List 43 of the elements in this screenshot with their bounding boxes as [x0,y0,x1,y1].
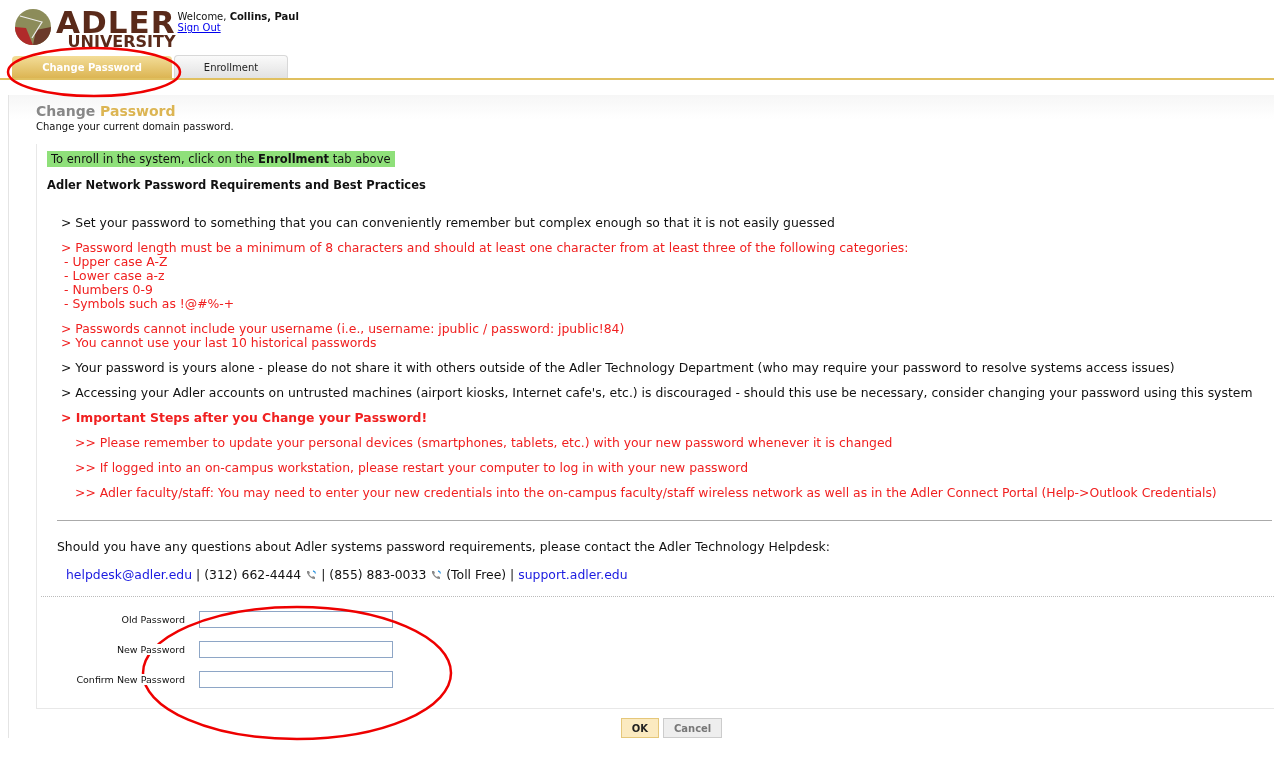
requirement-detail: - Symbols such as !@#%-+ [63,297,236,311]
phone-icon [430,568,443,581]
phone-number: (312) 662-4444 [204,567,302,582]
field-label: Confirm New Password [76,674,185,685]
contact-link[interactable]: helpdesk@adler.edu [66,567,193,582]
contact-link[interactable]: support.adler.edu [518,567,628,582]
logo-text: ADLER [56,8,176,36]
requirements-heading: Adler Network Password Requirements and Best Practices [47,178,427,192]
phone-icon [305,568,318,581]
requirement-detail: - Numbers 0-9 [63,283,154,297]
requirement-text: >> Adler faculty/staff: You may need to enter your new credentials into the on-campus faculty/staff wireless network as well as in the Adler Connect Portal (Help->Outlook Credentials) [74,485,1218,500]
sign-out-link[interactable]: Sign Out [177,22,299,33]
contact-text: | [196,567,201,582]
password-field[interactable] [199,671,393,688]
requirement-text: >> Please remember to update your personal devices (smartphones, tablets, etc.) with your new password whenever it is changed [74,435,894,450]
ok-button[interactable]: OK [620,718,659,738]
requirement-text: > Passwords cannot include your username (i.e., username: jpublic / password: jpublic!84) [61,321,626,336]
page-title: Change Password [36,103,177,119]
requirement-text: > Password length must be a minimum of 8 characters and should at least one character from at least three of the following categories: [61,240,910,255]
welcome-text: Welcome, Collins, Paul [177,11,299,22]
phone-number: (855) 883-0033 [329,567,427,582]
page-subtitle: Change your current domain password. [35,120,235,132]
requirement-detail: - Lower case a-z [63,269,166,283]
requirement-detail: - Upper case A-Z [63,255,168,269]
requirement-text: > Important Steps after you Change your Password! [61,410,429,425]
contact-text: | [510,567,515,582]
cancel-button[interactable]: Cancel [662,718,723,738]
enrollment-notice: To enroll in the system, click on the Enrollment tab above [47,151,395,167]
contact-text: (Toll Free) [446,567,507,582]
password-field[interactable] [199,611,393,628]
requirement-text: > Set your password to something that you can conveniently remember but complex enough so that it is not easily guessed [61,215,836,230]
logo-icon [12,8,54,46]
password-field[interactable] [199,641,393,658]
tab[interactable]: Enrollment [174,55,288,78]
field-label: Old Password [121,614,185,625]
contact-text: | [321,567,326,582]
requirement-detail: > You cannot use your last 10 historical passwords [61,336,378,350]
requirement-text: >> If logged into an on-campus workstation, please restart your computer to log in with your new password [74,460,749,475]
requirement-text: > Your password is yours alone - please do not share it with others outside of the Adler Technology Department (who may require your password to resolve systems access issues) [61,360,1176,375]
field-label: New Password [116,644,185,655]
logo-subtitle: UNIVERSITY [67,34,176,50]
contact-intro: Should you have any questions about Adler systems password requirements, please contact the Adler Technology Helpdesk: [56,539,831,554]
requirement-text: > Accessing your Adler accounts on untrusted machines (airport kiosks, Internet cafe's, etc.) is discouraged - should this use be necessary, consider changing your password using this system [61,385,1254,400]
